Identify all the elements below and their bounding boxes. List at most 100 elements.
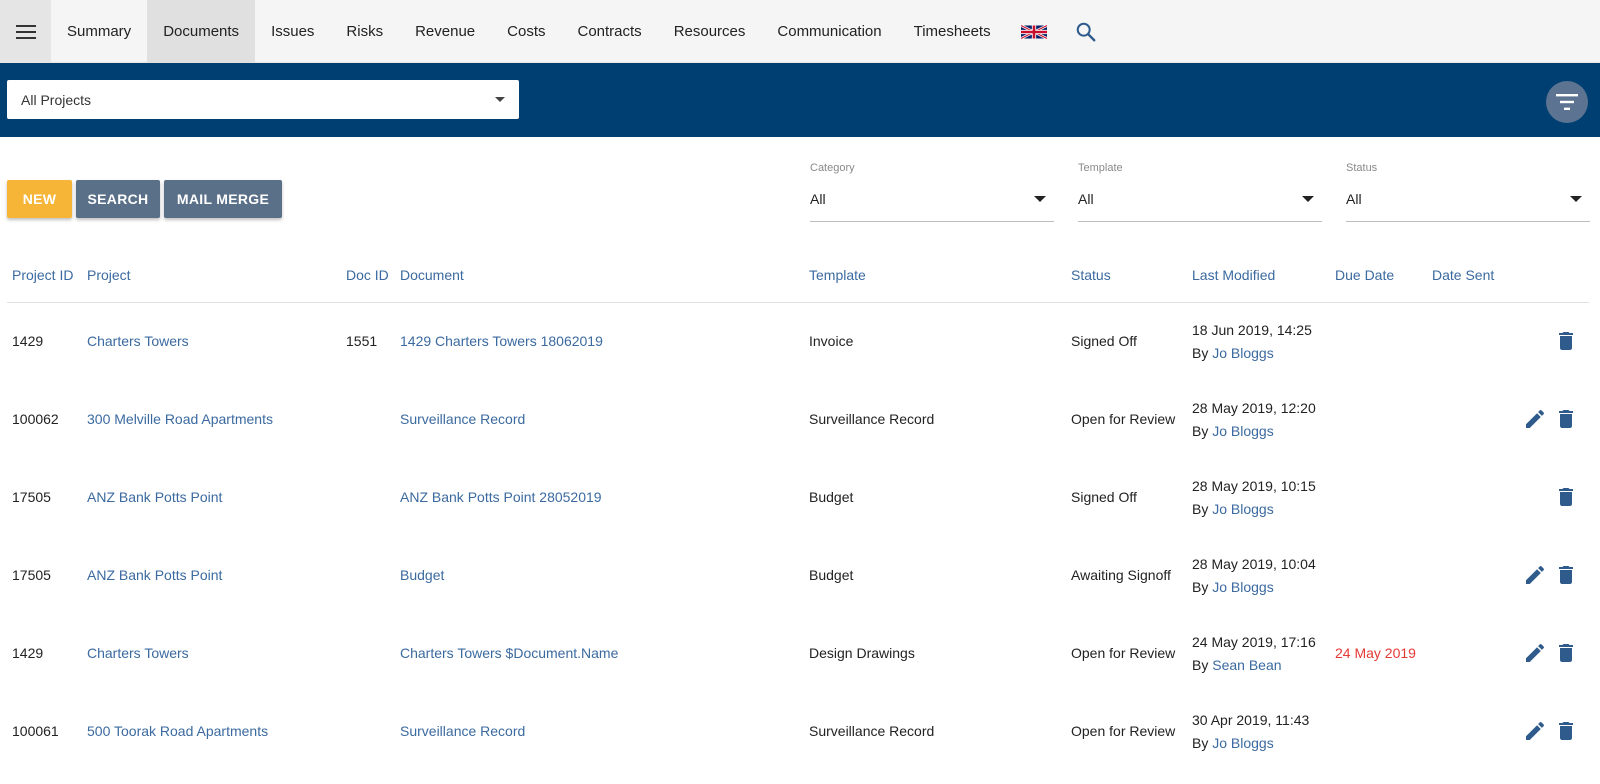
search-button[interactable]: [1061, 0, 1111, 63]
column-header-project-id[interactable]: Project ID: [12, 267, 73, 283]
status-filter-value: All: [1346, 191, 1362, 207]
status-filter-label: Status: [1346, 162, 1378, 174]
user-link[interactable]: Jo Bloggs: [1212, 423, 1273, 439]
table-row: 1429 Charters Towers 1551 1429 Charters Tow…: [0, 303, 1600, 381]
project-id-cell: 100061: [12, 723, 59, 739]
document-link[interactable]: Surveillance Record: [400, 411, 525, 427]
documents-table-header: Project ID Project Doc ID Document Templ…: [7, 258, 1589, 303]
document-link[interactable]: Surveillance Record: [400, 723, 525, 739]
user-link[interactable]: Jo Bloggs: [1212, 345, 1273, 361]
tab-communication[interactable]: Communication: [761, 0, 897, 63]
project-select[interactable]: All Projects: [7, 80, 519, 119]
category-filter[interactable]: Category All: [810, 160, 1054, 222]
column-header-project[interactable]: Project: [87, 267, 131, 283]
document-link[interactable]: Budget: [400, 567, 444, 583]
column-header-document[interactable]: Document: [400, 267, 464, 283]
tab-resources[interactable]: Resources: [658, 0, 762, 63]
template-cell: Surveillance Record: [809, 723, 935, 739]
document-link[interactable]: Charters Towers $Document.Name: [400, 645, 618, 661]
table-row: 17505 ANZ Bank Potts Point Budget Budget Awa…: [0, 537, 1600, 615]
chevron-down-icon: [1570, 196, 1582, 202]
tab-timesheets[interactable]: Timesheets: [898, 0, 1007, 63]
uk-flag-icon: [1020, 23, 1047, 40]
edit-icon[interactable]: [1523, 719, 1547, 743]
column-header-status[interactable]: Status: [1071, 267, 1111, 283]
delete-icon[interactable]: [1554, 719, 1578, 743]
column-header-date-sent[interactable]: Date Sent: [1432, 267, 1494, 283]
doc-id-cell: 1551: [346, 333, 378, 349]
by-label: By: [1192, 423, 1209, 439]
column-header-doc-id[interactable]: Doc ID: [346, 267, 389, 283]
tab-costs[interactable]: Costs: [491, 0, 561, 63]
delete-icon[interactable]: [1554, 407, 1578, 431]
edit-icon[interactable]: [1523, 641, 1547, 665]
by-label: By: [1192, 579, 1209, 595]
tab-revenue[interactable]: Revenue: [399, 0, 491, 63]
template-cell: Budget: [809, 567, 854, 583]
by-label: By: [1192, 501, 1209, 517]
user-link[interactable]: Jo Bloggs: [1212, 579, 1273, 595]
table-row: 1429 Charters Towers Charters Towers $Docu…: [0, 615, 1600, 693]
project-link[interactable]: ANZ Bank Potts Point: [87, 567, 222, 583]
project-id-cell: 1429: [12, 333, 44, 349]
delete-icon[interactable]: [1554, 485, 1578, 509]
template-filter[interactable]: Template All: [1078, 160, 1322, 222]
edit-icon[interactable]: [1523, 563, 1547, 587]
table-row: 100062 300 Melville Road Apartments Survei…: [0, 381, 1600, 459]
row-actions: [1510, 329, 1580, 355]
tab-contracts[interactable]: Contracts: [561, 0, 657, 63]
filter-button[interactable]: [1546, 81, 1588, 123]
row-actions: [1510, 719, 1580, 745]
status-cell: Open for Review: [1071, 645, 1176, 661]
status-cell: Signed Off: [1071, 489, 1137, 505]
chevron-down-icon: [1034, 196, 1046, 202]
status-cell: Awaiting Signoff: [1071, 567, 1171, 583]
search-documents-button[interactable]: SEARCH: [76, 180, 160, 218]
tab-documents[interactable]: Documents: [147, 0, 256, 63]
delete-icon[interactable]: [1554, 641, 1578, 665]
user-link[interactable]: Sean Bean: [1212, 657, 1281, 673]
status-cell: Open for Review: [1071, 411, 1176, 427]
last-modified-by: By Jo Bloggs: [1192, 579, 1274, 595]
mail-merge-button[interactable]: MAIL MERGE: [164, 180, 282, 218]
menu-icon: [15, 24, 36, 39]
search-icon: [1076, 22, 1096, 41]
status-filter[interactable]: Status All: [1346, 160, 1590, 222]
column-header-template[interactable]: Template: [809, 267, 866, 283]
chevron-down-icon: [495, 97, 505, 102]
by-label: By: [1192, 735, 1209, 751]
column-header-due-date[interactable]: Due Date: [1335, 267, 1394, 283]
project-id-cell: 100062: [12, 411, 59, 427]
template-cell: Budget: [809, 489, 854, 505]
menu-button[interactable]: [0, 0, 51, 63]
last-modified-date: 28 May 2019, 10:15: [1192, 478, 1316, 494]
top-navigation: Summary Documents Issues Risks Revenue C…: [0, 0, 1600, 63]
tab-risks[interactable]: Risks: [330, 0, 399, 63]
delete-icon[interactable]: [1554, 329, 1578, 353]
due-date-cell: 24 May 2019: [1335, 645, 1416, 661]
project-select-value: All Projects: [21, 91, 92, 108]
project-link[interactable]: Charters Towers: [87, 645, 189, 661]
project-filter-bar: All Projects: [0, 63, 1600, 137]
template-filter-label: Template: [1078, 162, 1123, 174]
user-link[interactable]: Jo Bloggs: [1212, 735, 1273, 751]
document-link[interactable]: 1429 Charters Towers 18062019: [400, 333, 603, 349]
last-modified-date: 18 Jun 2019, 14:25: [1192, 322, 1312, 338]
tab-summary[interactable]: Summary: [51, 0, 147, 63]
project-link[interactable]: Charters Towers: [87, 333, 189, 349]
edit-icon[interactable]: [1523, 407, 1547, 431]
project-id-cell: 17505: [12, 489, 51, 505]
tab-issues[interactable]: Issues: [255, 0, 330, 63]
user-link[interactable]: Jo Bloggs: [1212, 501, 1273, 517]
category-filter-value: All: [810, 191, 826, 207]
delete-icon[interactable]: [1554, 563, 1578, 587]
project-link[interactable]: 500 Toorak Road Apartments: [87, 723, 268, 739]
new-button[interactable]: NEW: [7, 180, 72, 218]
document-link[interactable]: ANZ Bank Potts Point 28052019: [400, 489, 602, 505]
column-header-last-modified[interactable]: Last Modified: [1192, 267, 1275, 283]
project-link[interactable]: ANZ Bank Potts Point: [87, 489, 222, 505]
row-actions: [1510, 641, 1580, 667]
project-link[interactable]: 300 Melville Road Apartments: [87, 411, 273, 427]
by-label: By: [1192, 657, 1209, 673]
language-button[interactable]: [1007, 0, 1061, 63]
